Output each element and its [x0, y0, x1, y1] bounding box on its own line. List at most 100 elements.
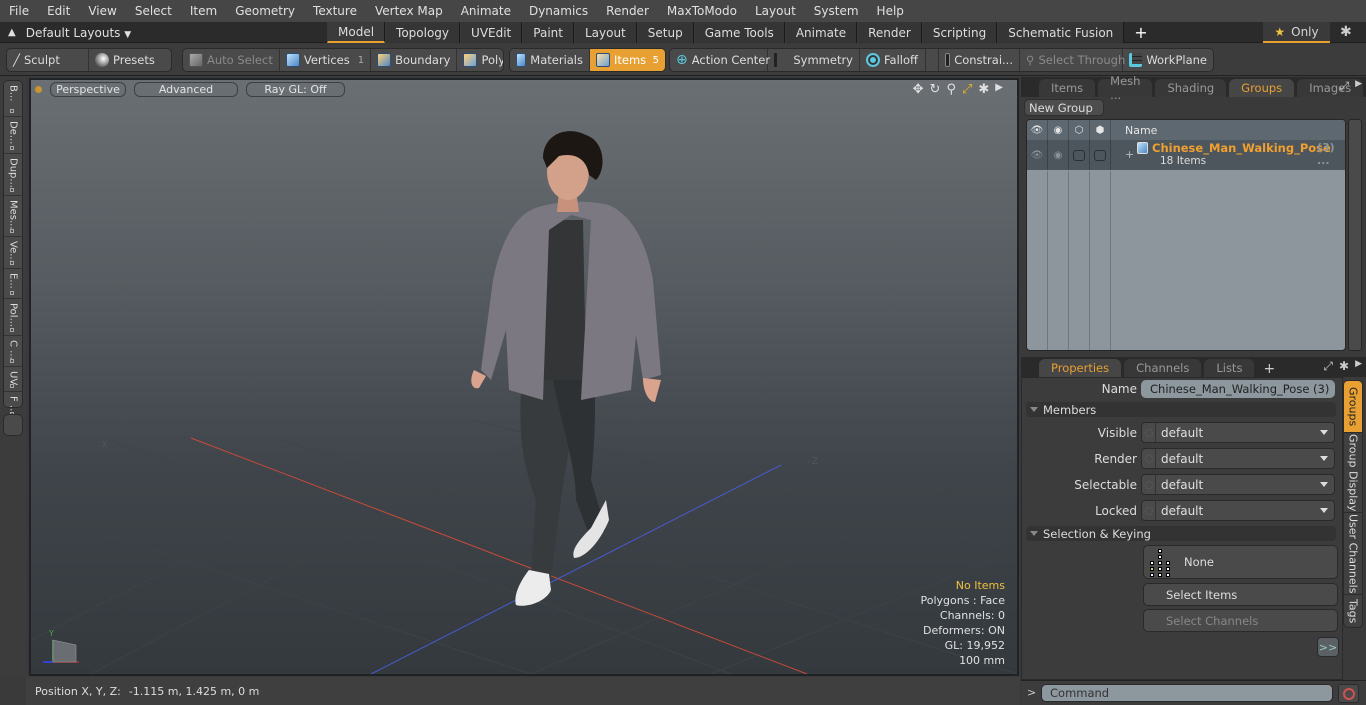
menu-geometry[interactable]: Geometry — [226, 4, 304, 18]
menu-texture[interactable]: Texture — [304, 4, 366, 18]
auto-select-button[interactable]: Auto Select — [183, 49, 280, 71]
left-tab-6[interactable]: Pol... — [4, 299, 22, 336]
expand-arrow-icon[interactable]: ▶ — [1355, 79, 1362, 94]
left-tab-7[interactable]: C ... — [4, 336, 22, 367]
render-dropdown[interactable]: default — [1141, 448, 1335, 469]
layout-tab-setup[interactable]: Setup — [636, 22, 694, 43]
scene-canvas[interactable]: -X -Z Y — [31, 80, 1017, 674]
layout-selector[interactable]: ▲ Default Layouts ▼ — [8, 22, 131, 43]
raygl-toggle[interactable]: Ray GL: Off — [246, 82, 345, 97]
move-view-icon[interactable]: ✥ — [913, 82, 924, 97]
side-tab-group-display[interactable]: Group Display — [1344, 433, 1362, 513]
name-field[interactable]: Chinese_Man_Walking_Pose (3) — [1141, 380, 1335, 398]
tab-channels[interactable]: Channels — [1124, 359, 1202, 377]
shading-dropdown[interactable]: Advanced — [134, 82, 238, 97]
visibility-column-icon[interactable]: 👁 — [1027, 120, 1048, 140]
select-through-button[interactable]: ⚲ Select Through — [1020, 49, 1125, 71]
collapse-up-icon[interactable]: ▲ — [8, 27, 16, 38]
sculpt-button[interactable]: ╱ Sculpt — [7, 49, 89, 71]
menu-render[interactable]: Render — [597, 4, 658, 18]
add-tab-icon[interactable]: + — [1257, 361, 1281, 377]
lock-column-icon[interactable]: ⬢ — [1090, 120, 1111, 140]
maximize-icon[interactable]: ⤢ — [1339, 79, 1349, 94]
layout-tab-topology[interactable]: Topology — [385, 22, 461, 43]
menu-edit[interactable]: Edit — [38, 4, 79, 18]
groups-list[interactable]: 👁 ◉ ⬡ ⬢ Name 👁 ◉ + Chinese_Man_Walking_P… — [1026, 119, 1346, 351]
menu-animate[interactable]: Animate — [452, 4, 520, 18]
more-button[interactable]: >> — [1317, 637, 1339, 657]
left-tab-8[interactable]: UV — [4, 367, 22, 392]
expand-plus-icon[interactable]: + — [1125, 148, 1134, 161]
left-tab-4[interactable]: Ve... — [4, 237, 22, 269]
side-tab-groups[interactable]: Groups — [1344, 381, 1362, 433]
layout-tab-model[interactable]: Model — [327, 22, 386, 43]
menu-vertex-map[interactable]: Vertex Map — [366, 4, 452, 18]
tab-lists[interactable]: Lists — [1204, 359, 1255, 377]
add-layout-tab-icon[interactable]: + — [1124, 22, 1157, 43]
side-tab-user-channels[interactable]: User Channels — [1344, 513, 1362, 595]
select-column-icon[interactable]: ⬡ — [1069, 120, 1090, 140]
layout-tab-paint[interactable]: Paint — [522, 22, 574, 43]
gear-icon[interactable]: ✱ — [1340, 24, 1352, 40]
constraints-button[interactable]: Constrai... — [938, 49, 1020, 71]
name-column-header[interactable]: Name — [1111, 124, 1157, 137]
menu-system[interactable]: System — [805, 4, 868, 18]
boundary-button[interactable]: Boundary — [371, 49, 458, 71]
menu-help[interactable]: Help — [868, 4, 913, 18]
items-button[interactable]: Items 5 — [590, 49, 665, 71]
selection-keying-section[interactable]: Selection & Keying — [1026, 526, 1336, 541]
left-tab-5[interactable]: E... — [4, 269, 22, 299]
select-items-button[interactable]: Select Items — [1143, 583, 1338, 606]
channel-radio[interactable] — [1142, 501, 1156, 520]
tab-items[interactable]: Items — [1039, 79, 1096, 97]
left-tab-extra[interactable] — [3, 414, 23, 436]
tab-mesh[interactable]: Mesh ... — [1098, 74, 1153, 102]
select-toggle[interactable] — [1073, 149, 1085, 161]
menu-file[interactable]: File — [0, 4, 38, 18]
layout-tab-animate[interactable]: Animate — [784, 22, 858, 43]
symmetry-button[interactable]: Symmetry — [768, 49, 860, 71]
view-mode-dropdown[interactable]: Perspective — [50, 82, 126, 97]
layout-tab-render[interactable]: Render — [857, 22, 922, 43]
channel-radio[interactable] — [1142, 449, 1156, 468]
command-input[interactable]: Command — [1041, 684, 1333, 702]
polygons-button[interactable]: Polygons — [457, 49, 503, 71]
lock-toggle[interactable] — [1094, 149, 1106, 161]
none-button[interactable]: None — [1143, 545, 1338, 579]
layout-tab-schematic-fusion[interactable]: Schematic Fusion — [997, 22, 1125, 43]
materials-button[interactable]: Materials — [510, 49, 590, 71]
channel-radio[interactable] — [1142, 475, 1156, 494]
menu-dynamics[interactable]: Dynamics — [520, 4, 597, 18]
record-button[interactable] — [1338, 684, 1359, 703]
viewport-status-dot[interactable] — [35, 86, 42, 93]
tab-shading[interactable]: Shading — [1155, 79, 1227, 97]
zoom-view-icon[interactable]: ⚲ — [946, 82, 956, 97]
tab-groups[interactable]: Groups — [1229, 79, 1295, 97]
presets-button[interactable]: Presets — [89, 49, 171, 71]
groups-scrollbar[interactable] — [1348, 119, 1362, 351]
expand-arrow-icon[interactable]: ▶ — [995, 82, 1003, 97]
render-column-icon[interactable]: ◉ — [1048, 120, 1069, 140]
render-toggle[interactable]: ◉ — [1048, 140, 1069, 170]
menu-layout[interactable]: Layout — [746, 4, 805, 18]
layout-tab-uvedit[interactable]: UVEdit — [460, 22, 523, 43]
left-tab-0[interactable]: B... — [4, 81, 22, 117]
workplane-button[interactable]: WorkPlane — [1123, 49, 1213, 71]
menu-maxtomodo[interactable]: MaxToModo — [658, 4, 746, 18]
falloff-button[interactable]: Falloff — [860, 49, 926, 71]
menu-select[interactable]: Select — [126, 4, 181, 18]
channel-radio[interactable] — [1142, 423, 1156, 442]
action-center-button[interactable]: ⊕ Action Center — [670, 49, 770, 71]
tab-properties[interactable]: Properties — [1039, 359, 1122, 377]
new-group-button[interactable]: New Group — [1024, 99, 1104, 116]
expand-arrow-icon[interactable]: ▶ — [1355, 359, 1362, 374]
locked-dropdown[interactable]: default — [1141, 500, 1335, 521]
menu-item[interactable]: Item — [181, 4, 226, 18]
members-section[interactable]: Members — [1026, 402, 1336, 417]
maximize-view-icon[interactable]: ⤢ — [962, 82, 972, 97]
gear-icon[interactable]: ✱ — [1339, 359, 1349, 374]
left-tab-1[interactable]: De... — [4, 117, 22, 154]
visibility-toggle[interactable]: 👁 — [1027, 140, 1048, 170]
selectable-dropdown[interactable]: default — [1141, 474, 1335, 495]
layout-tab-layout[interactable]: Layout — [573, 22, 637, 43]
